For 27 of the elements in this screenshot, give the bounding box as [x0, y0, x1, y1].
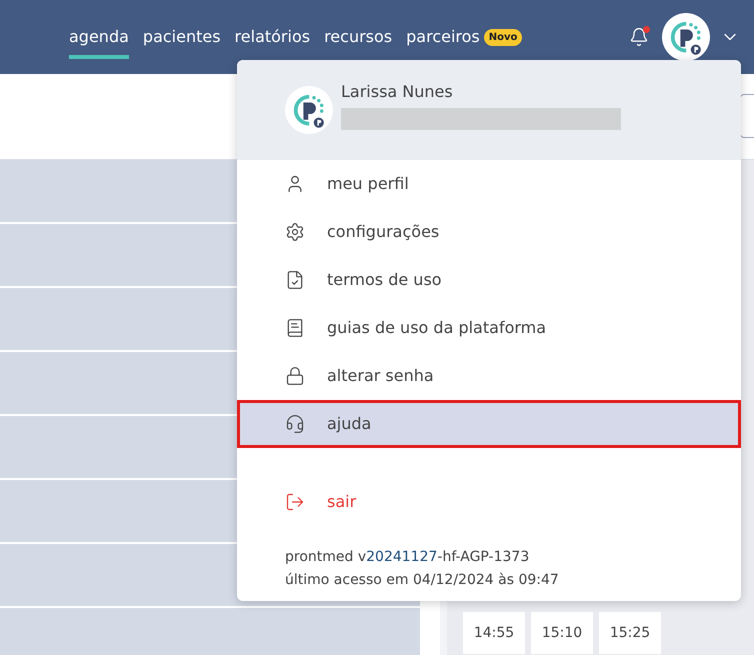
nav-link[interactable]: relatórios — [234, 15, 310, 59]
menu-item[interactable]: ajuda — [237, 400, 741, 448]
avatar — [285, 86, 333, 134]
menu-item[interactable]: guias de uso da plataforma — [237, 304, 741, 352]
document-check-icon — [285, 270, 305, 290]
nav-link[interactable]: parceiros — [406, 15, 480, 59]
menu-item[interactable]: meu perfil — [237, 160, 741, 208]
book-icon — [285, 318, 305, 338]
menu-item[interactable]: sair — [237, 478, 741, 526]
headset-icon — [285, 414, 305, 434]
time-slot[interactable]: 15:25 — [599, 612, 661, 654]
settings-icon — [285, 222, 305, 242]
nav-link[interactable]: recursos — [324, 15, 392, 59]
time-slot[interactable]: 14:55 — [463, 612, 525, 654]
last-access-text: último acesso em 04/12/2024 às 09:47 — [285, 571, 560, 590]
version-text: prontmed v20241127-hf-AGP-1373 — [285, 548, 530, 567]
lock-icon — [285, 366, 305, 386]
menu-item[interactable]: configurações — [237, 208, 741, 256]
logout-icon — [285, 492, 305, 512]
menu-item[interactable]: alterar senha — [237, 352, 741, 400]
nav-link[interactable]: pacientes — [142, 15, 221, 59]
user-name: Larissa Nunes — [341, 81, 454, 103]
new-badge: Novo — [484, 28, 522, 46]
menu-item[interactable]: termos de uso — [237, 256, 741, 304]
nav-link[interactable]: agenda — [69, 15, 129, 59]
time-slot[interactable]: 15:10 — [531, 612, 593, 654]
avatar — [662, 13, 710, 61]
